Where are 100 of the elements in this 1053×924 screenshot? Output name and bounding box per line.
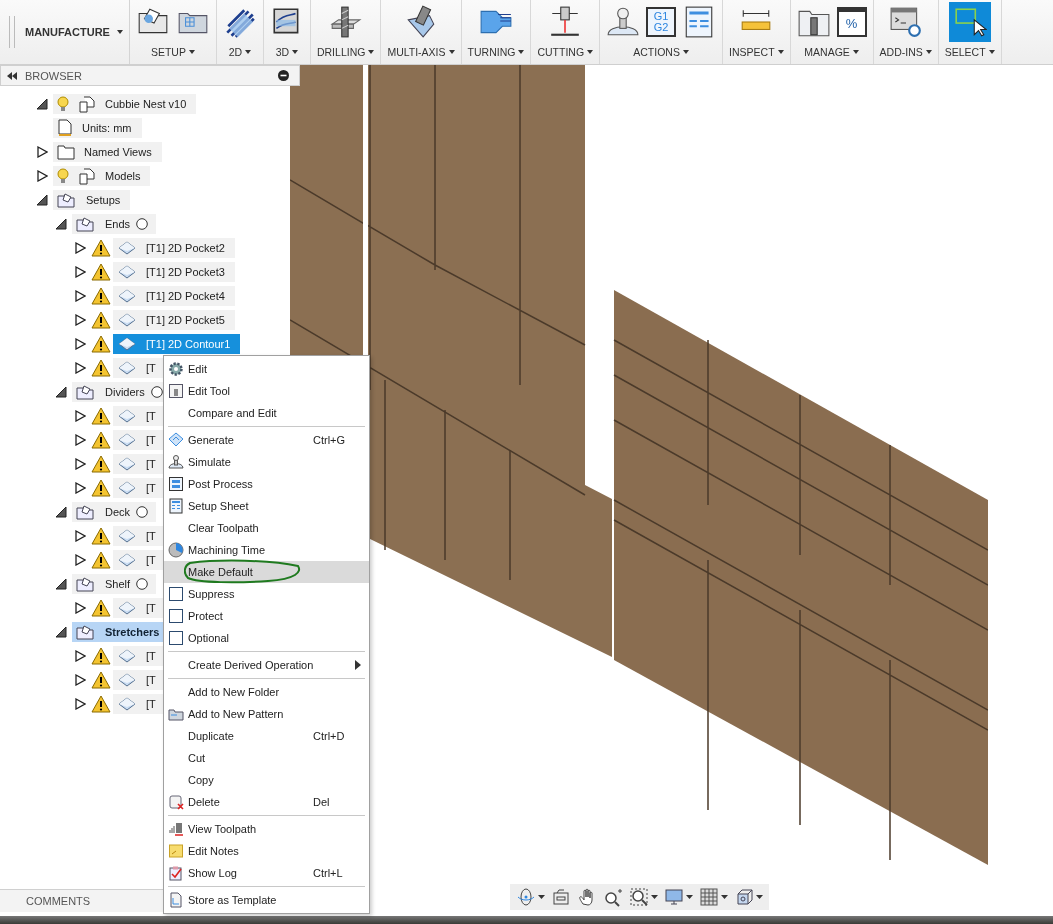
expand-toggle[interactable] [75,554,86,566]
expand-toggle[interactable] [75,674,86,686]
tree-item[interactable]: [T1] 2D Pocket5 [113,310,235,330]
expand-toggle[interactable] [56,218,67,230]
expand-toggle[interactable] [75,482,86,494]
menu-item[interactable]: Delete Del [164,791,369,813]
menu-item[interactable]: Simulate [164,451,369,473]
menu-item[interactable]: Compare and Edit [164,402,369,424]
tree-item[interactable]: [T [113,550,166,570]
tree-item[interactable]: Shelf [72,574,157,594]
g-code-icon[interactable]: G1 G2 [646,7,677,37]
caret-icon[interactable] [538,895,545,899]
tree-item[interactable]: Units: mm [53,118,142,138]
menu-item[interactable]: Post Process [164,473,369,495]
expand-toggle[interactable] [56,506,67,518]
tree-item[interactable]: Cubbie Nest v10 [53,94,197,114]
lightbulb-icon[interactable] [57,96,69,112]
menu-item[interactable]: Setup Sheet [164,495,369,517]
menu-item[interactable]: Edit [164,358,369,380]
checkbox[interactable] [169,609,183,623]
tree-item[interactable]: [T [113,694,166,714]
tree-item[interactable]: [T1] 2D Pocket4 [113,286,235,306]
tree-item[interactable]: [T [113,454,166,474]
tree-item[interactable]: Setups [53,190,131,210]
tree-item[interactable]: Named Views [53,142,162,162]
workspace-menu[interactable]: MANUFACTURE [21,0,130,64]
menu-item[interactable]: Suppress [164,583,369,605]
menu-item[interactable]: Generate Ctrl+G [164,429,369,451]
toolbar-group-menu[interactable]: INSPECT [729,44,784,60]
toolbar-group-menu[interactable]: MANAGE [804,44,859,60]
zoom-fit-icon[interactable] [629,887,649,907]
tree-item[interactable]: [T [113,406,166,426]
expand-toggle[interactable] [56,386,67,398]
expand-toggle[interactable] [75,242,86,254]
camera-icon[interactable] [551,887,571,907]
lightbulb-icon[interactable] [57,168,69,184]
toolbar-group-menu[interactable]: ACTIONS [633,44,689,60]
caret-icon[interactable] [756,895,763,899]
expand-toggle[interactable] [37,170,48,182]
expand-toggle[interactable] [56,578,67,590]
caret-icon[interactable] [686,895,693,899]
menu-item[interactable]: Edit Notes [164,840,369,862]
drill-icon[interactable] [328,5,363,39]
percent-icon[interactable]: % [836,7,867,37]
menu-item[interactable]: Make Default [164,561,369,583]
tree-item[interactable]: [T [113,598,166,618]
expand-toggle[interactable] [75,458,86,470]
tree-item[interactable]: [T1] 2D Pocket2 [113,238,235,258]
tree-item[interactable]: [T [113,646,166,666]
tree-item[interactable]: [T [113,526,166,546]
tree-item[interactable]: [T1] 2D Pocket3 [113,262,235,282]
menu-item[interactable]: Machining Time [164,539,369,561]
expand-toggle[interactable] [75,698,86,710]
expand-toggle[interactable] [75,338,86,350]
toolbar-group-menu[interactable]: 2D [228,44,252,60]
expand-toggle[interactable] [37,98,48,110]
menu-item[interactable]: Create Derived Operation [164,654,369,676]
terminal-icon[interactable] [888,5,923,39]
expand-toggle[interactable] [75,410,86,422]
menu-item[interactable]: Duplicate Ctrl+D [164,725,369,747]
menu-item[interactable]: Add to New Folder [164,681,369,703]
checkbox[interactable] [169,587,183,601]
zoom-icon[interactable] [603,887,623,907]
expand-toggle[interactable] [75,434,86,446]
tree-item[interactable]: Deck [72,502,157,522]
toolbar-group-menu[interactable]: CUTTING [537,44,594,60]
tree-item[interactable]: [T [113,358,166,378]
caret-icon[interactable] [721,895,728,899]
menu-item[interactable]: View Toolpath [164,818,369,840]
collapse-icon[interactable] [7,71,17,80]
expand-toggle[interactable] [37,146,48,158]
menu-item[interactable]: Clear Toolpath [164,517,369,539]
expand-toggle[interactable] [75,650,86,662]
orbit-icon[interactable] [516,887,536,907]
expand-toggle[interactable] [37,194,48,206]
selection-icon[interactable] [952,5,987,39]
toolbar-group-menu[interactable]: 3D [275,44,299,60]
toolbar-group-menu[interactable]: TURNING [467,44,525,60]
menu-item[interactable]: Copy [164,769,369,791]
minimize-icon[interactable] [278,70,289,81]
cube-icon[interactable] [734,887,754,907]
expand-toggle[interactable] [75,530,86,542]
tree-item[interactable]: [T [113,478,166,498]
menu-item[interactable]: Add to New Pattern [164,703,369,725]
expand-toggle[interactable] [75,362,86,374]
expand-toggle[interactable] [75,290,86,302]
toolbar-group-menu[interactable]: DRILLING [316,44,375,60]
expand-toggle[interactable] [75,266,86,278]
menu-item[interactable]: Cut [164,747,369,769]
monitor-icon[interactable] [664,887,684,907]
toolbar-group-menu[interactable]: SELECT [944,44,995,60]
expand-toggle[interactable] [56,626,67,638]
grid-icon[interactable] [699,887,719,907]
expand-toggle[interactable] [75,602,86,614]
tree-item[interactable]: [T [113,430,166,450]
tree-item[interactable]: [T [113,670,166,690]
caret-icon[interactable] [651,895,658,899]
toolbar-group-menu[interactable]: SETUP [150,44,195,60]
toolbar-group-menu[interactable]: MULTI-AXIS [387,44,455,60]
tree-item[interactable]: Models [53,166,151,186]
